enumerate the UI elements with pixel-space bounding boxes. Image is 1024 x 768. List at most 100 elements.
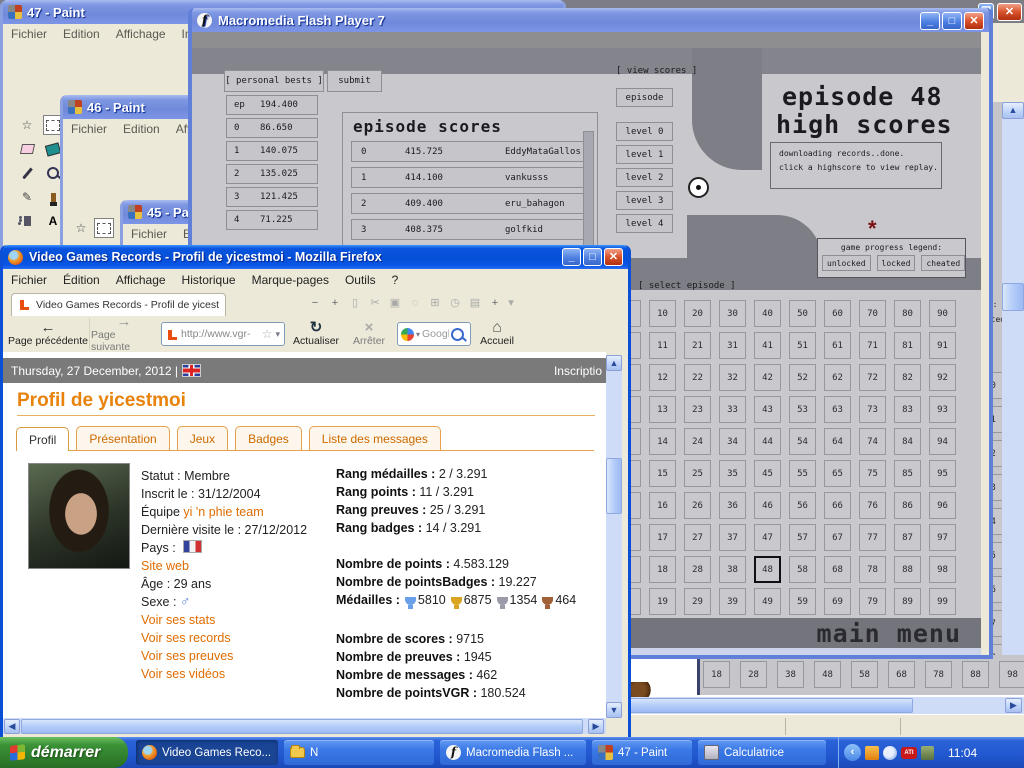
- bg-episode-cell[interactable]: 28: [740, 661, 767, 688]
- episode-cell[interactable]: 65: [824, 460, 851, 487]
- airbrush-icon[interactable]: [17, 211, 37, 231]
- menu-item[interactable]: Édition: [63, 273, 100, 287]
- select-icon[interactable]: [94, 218, 114, 238]
- episode-cell[interactable]: 90: [929, 300, 956, 327]
- personal-best-row[interactable]: 4 71.225: [226, 210, 318, 230]
- episode-cell[interactable]: 53: [789, 396, 816, 423]
- menu-item[interactable]: ?: [392, 273, 399, 287]
- zoom-out-icon[interactable]: −: [306, 297, 324, 309]
- episode-cell[interactable]: 99: [929, 588, 956, 615]
- episode-cell[interactable]: 25: [684, 460, 711, 487]
- episode-cell[interactable]: 91: [929, 332, 956, 359]
- back-button[interactable]: ← Page précédente: [7, 318, 90, 350]
- episode-cell[interactable]: 85: [894, 460, 921, 487]
- menu-item[interactable]: Fichier: [11, 27, 47, 41]
- firefox-close-button[interactable]: ✕: [604, 248, 623, 266]
- personal-best-row[interactable]: 0 86.650: [226, 118, 318, 138]
- personal-best-row[interactable]: 3 121.425: [226, 187, 318, 207]
- stop-button[interactable]: × Arrêter: [346, 318, 392, 350]
- episode-cell[interactable]: 15: [649, 460, 676, 487]
- episode-cell[interactable]: 75: [859, 460, 886, 487]
- episode-cell[interactable]: 28: [684, 556, 711, 583]
- trash-icon[interactable]: ▯: [346, 296, 364, 309]
- episode-cell[interactable]: 97: [929, 524, 956, 551]
- bg-episode-cell[interactable]: 68: [888, 661, 915, 688]
- menu-item[interactable]: Fichier: [11, 273, 47, 287]
- eraser-icon[interactable]: [17, 139, 37, 159]
- firefox-scroll-left-button[interactable]: ◀: [4, 719, 20, 734]
- tray-icon[interactable]: [883, 745, 897, 760]
- episode-cell[interactable]: 37: [719, 524, 746, 551]
- menu-item[interactable]: Fichier: [71, 122, 107, 136]
- episode-score-row[interactable]: 3 408.375 golfkid: [351, 219, 585, 240]
- add-toolbar-icon[interactable]: +: [486, 297, 504, 309]
- submit-tab[interactable]: submit: [327, 70, 382, 92]
- copy-icon[interactable]: ▣: [386, 296, 404, 309]
- eyedropper-icon[interactable]: [17, 163, 37, 183]
- episode-cell[interactable]: 34: [719, 428, 746, 455]
- episode-cell[interactable]: 11: [649, 332, 676, 359]
- view-score-button[interactable]: level 1: [616, 145, 673, 164]
- episode-cell[interactable]: 69: [824, 588, 851, 615]
- url-dropdown-icon[interactable]: ▾: [275, 329, 280, 340]
- bg-episode-cell[interactable]: 38: [777, 661, 804, 688]
- episode-cell[interactable]: 22: [684, 364, 711, 391]
- firefox-vscroll-thumb[interactable]: [606, 458, 622, 514]
- tray-icon[interactable]: [921, 745, 934, 760]
- episode-cell[interactable]: 57: [789, 524, 816, 551]
- episode-cell[interactable]: 84: [894, 428, 921, 455]
- episode-cell[interactable]: 62: [824, 364, 851, 391]
- episode-cell[interactable]: 89: [894, 588, 921, 615]
- episode-cell[interactable]: 10: [649, 300, 676, 327]
- episode-cell[interactable]: 88: [894, 556, 921, 583]
- menu-item[interactable]: Historique: [182, 273, 236, 287]
- profile-tab[interactable]: Liste des messages: [308, 426, 441, 450]
- menu-item[interactable]: Fichier: [131, 227, 167, 241]
- uk-flag-icon[interactable]: [182, 364, 201, 377]
- firefox-vertical-scrollbar[interactable]: [606, 355, 622, 718]
- bg-episode-cell[interactable]: 58: [851, 661, 878, 688]
- episode-cell[interactable]: 41: [754, 332, 781, 359]
- url-bar[interactable]: http://www.vgr- ☆ ▾: [161, 322, 285, 346]
- search-magnifier-icon[interactable]: [451, 327, 464, 341]
- search-box[interactable]: ▾ Googl: [397, 322, 471, 346]
- episode-cell[interactable]: 96: [929, 492, 956, 519]
- episode-cell[interactable]: 86: [894, 492, 921, 519]
- menu-item[interactable]: Outils: [345, 273, 376, 287]
- episode-cell[interactable]: 36: [719, 492, 746, 519]
- view-score-button[interactable]: level 4: [616, 214, 673, 233]
- episode-cell[interactable]: 56: [789, 492, 816, 519]
- taskbar-button-calculator[interactable]: Calculatrice: [698, 740, 826, 765]
- menu-item[interactable]: Marque-pages: [252, 273, 329, 287]
- episode-cell[interactable]: 19: [649, 588, 676, 615]
- toolbar-caret-icon[interactable]: ▾: [506, 296, 516, 309]
- episode-cell[interactable]: 29: [684, 588, 711, 615]
- episode-score-row[interactable]: 1 414.100 vankusss: [351, 167, 585, 188]
- bg-close-button[interactable]: ✕: [997, 3, 1022, 21]
- new-window-icon[interactable]: ⊞: [426, 296, 444, 309]
- episode-cell[interactable]: 30: [719, 300, 746, 327]
- personal-bests-tab[interactable]: [ personal bests ]: [224, 70, 324, 92]
- episode-cell[interactable]: 87: [894, 524, 921, 551]
- flash-close-button[interactable]: ✕: [964, 12, 984, 30]
- episode-cell[interactable]: 71: [859, 332, 886, 359]
- firefox-scroll-right-button[interactable]: ▶: [588, 719, 604, 734]
- episode-cell[interactable]: 59: [789, 588, 816, 615]
- view-score-button[interactable]: level 2: [616, 168, 673, 187]
- firefox-hscroll-thumb[interactable]: [21, 719, 583, 734]
- home-button[interactable]: ⌂ Accueil: [475, 318, 519, 350]
- url-text[interactable]: http://www.vgr-: [181, 328, 259, 340]
- episode-score-row[interactable]: 0 415.725 EddyMataGallos: [351, 141, 585, 162]
- bg-hscroll-thumb[interactable]: [625, 698, 913, 713]
- print-icon[interactable]: ▤: [466, 296, 484, 309]
- menu-item[interactable]: Edition: [123, 122, 160, 136]
- profile-tab[interactable]: Profil: [16, 427, 70, 451]
- bg-episode-cell[interactable]: 48: [814, 661, 841, 688]
- search-input[interactable]: Googl: [422, 328, 449, 340]
- view-score-button[interactable]: level 3: [616, 191, 673, 210]
- tray-clock[interactable]: 11:04: [948, 746, 977, 760]
- episode-cell[interactable]: 92: [929, 364, 956, 391]
- episode-cell[interactable]: 20: [684, 300, 711, 327]
- episode-cell[interactable]: 17: [649, 524, 676, 551]
- profile-link[interactable]: Voir ses vidéos: [141, 667, 225, 681]
